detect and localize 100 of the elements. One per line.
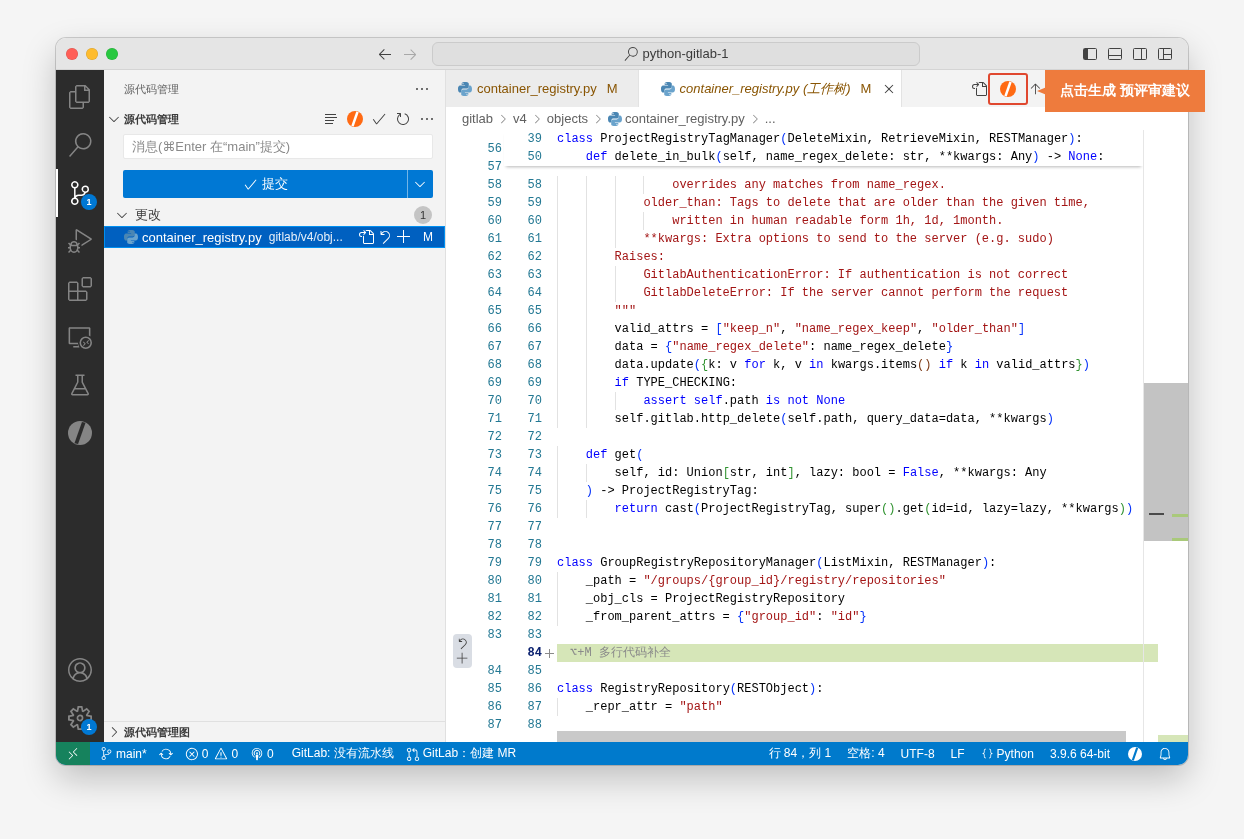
file-arrow-icon[interactable] <box>358 229 374 245</box>
bell-icon[interactable] <box>1158 746 1172 761</box>
problems-button[interactable]: 0 0 <box>178 742 245 765</box>
line-number: 56 <box>487 142 502 156</box>
line-number: 62 <box>487 250 502 264</box>
breadcrumb-item[interactable]: objects <box>546 111 588 126</box>
commit-button[interactable]: 提交 <box>123 170 407 198</box>
line-number: 61 <box>527 232 542 246</box>
count-badge: 1 <box>414 206 432 224</box>
logo-button[interactable] <box>988 72 1028 105</box>
language-button[interactable]: Python <box>972 742 1042 765</box>
changed-file-row[interactable]: container_registry.py gitlab/v4/obj... M <box>104 226 445 248</box>
line-number: 76 <box>527 502 542 516</box>
line-number: 79 <box>527 556 542 570</box>
breadcrumb-item[interactable]: ... <box>764 111 776 126</box>
code-line: older_than: Tags to delete that are older than the given time, <box>643 195 1090 212</box>
layout-icon[interactable] <box>1157 45 1173 62</box>
pull-request-icon <box>405 746 420 761</box>
line-number: 77 <box>527 520 542 534</box>
refresh-icon[interactable] <box>395 111 411 127</box>
breadcrumb-item[interactable]: v4 <box>513 111 527 126</box>
line-number: 87 <box>487 718 502 732</box>
section-title[interactable]: 源代码管理 <box>124 111 179 127</box>
window-close-button[interactable] <box>66 47 78 60</box>
line-number: 75 <box>527 484 542 498</box>
line-number: 88 <box>527 718 542 732</box>
slash-circle-icon <box>1000 80 1016 97</box>
python-file-icon <box>660 81 675 96</box>
files-icon[interactable] <box>68 85 92 109</box>
code-line: class RegistryRepository(RESTObject): <box>557 681 824 698</box>
line-number: 59 <box>487 196 502 210</box>
commit-message-field[interactable]: 消息(⌘Enter 在“main”提交) <box>123 134 433 159</box>
plus-icon[interactable] <box>396 229 412 245</box>
line-number: 71 <box>527 412 542 426</box>
code-line: self.gitlab.http_delete(self.path, query_data=data, **kwargs) <box>614 411 1054 428</box>
breadcrumb-item[interactable]: gitlab <box>462 111 494 126</box>
line-number: 58 <box>487 178 502 192</box>
line-number: 68 <box>527 358 542 372</box>
line-number: 63 <box>527 268 542 282</box>
status-item[interactable]: 行 84，列 1 <box>760 742 840 765</box>
file-path: gitlab/v4/obj... <box>268 230 343 244</box>
line-number: 64 <box>487 286 502 300</box>
line-number: 84 <box>527 646 542 660</box>
line-number: 73 <box>527 448 542 462</box>
code-line: _obj_cls = ProjectRegistryRepository <box>585 591 846 608</box>
line-number: 39 <box>527 132 542 146</box>
panel-bottom-icon[interactable] <box>1107 45 1123 62</box>
arrow-up-icon[interactable] <box>1028 81 1042 96</box>
ports-button[interactable]: 0 <box>244 742 280 765</box>
merge-request-button[interactable]: GitLab：创建 MR <box>399 742 523 765</box>
line-number: 73 <box>487 448 502 462</box>
status-item[interactable]: 3.9.6 64-bit <box>1041 742 1118 765</box>
braces-icon <box>980 747 994 760</box>
line-number: 74 <box>487 466 502 480</box>
cursor-marker <box>1149 513 1164 515</box>
branch-icon[interactable] <box>68 181 92 205</box>
code-line: self, id: Union[str, int], lazy: bool = False, **kwargs: Any <box>614 465 1047 482</box>
line-number: 82 <box>527 610 542 624</box>
editor-tab[interactable]: container_registry.py M <box>446 70 639 107</box>
section-title[interactable]: 源代码管理图 <box>124 724 190 740</box>
line-number: 65 <box>487 304 502 318</box>
line-number: 77 <box>487 520 502 534</box>
check-icon[interactable] <box>371 111 387 127</box>
search-icon[interactable] <box>68 133 92 157</box>
curved-arrow-icon[interactable] <box>456 637 469 650</box>
panel-left-icon[interactable] <box>1082 45 1098 62</box>
line-number: 57 <box>487 160 502 174</box>
status-item[interactable]: UTF-8 <box>892 742 943 765</box>
monitor-icon[interactable] <box>68 325 92 349</box>
callout-tooltip: 点击生成 预评审建议 <box>1037 70 1205 112</box>
branch-button[interactable]: main* <box>94 742 153 765</box>
editor-tab[interactable]: container_registry.py (工作树) M <box>638 70 903 107</box>
line-number: 80 <box>527 574 542 588</box>
code-line: _path = "/groups/{group_id}/registry/repositories" <box>585 573 946 590</box>
status-item[interactable]: LF <box>942 742 973 765</box>
account-icon[interactable] <box>68 658 92 682</box>
panel-right-icon[interactable] <box>1132 45 1148 62</box>
code-line: written in human readable form 1h, 1d, 1month. <box>672 213 1004 230</box>
list-icon[interactable] <box>323 111 339 127</box>
status-item[interactable]: 空格: 4 <box>839 742 893 765</box>
changes-title[interactable]: 更改 <box>135 206 161 224</box>
slash-circle-icon[interactable] <box>1128 746 1142 761</box>
slash-circle-icon[interactable] <box>68 421 92 445</box>
python-file-icon <box>124 230 138 244</box>
file-arrow-icon[interactable] <box>971 80 987 97</box>
python-file-icon <box>608 111 622 126</box>
code-line: _from_parent_attrs = {"group_id": "id"} <box>585 609 867 626</box>
command-center-search[interactable]: python-gitlab-1 <box>432 41 920 66</box>
sync-icon[interactable] <box>158 746 173 761</box>
blocks-icon[interactable] <box>68 277 92 301</box>
breadcrumb-item[interactable]: container_registry.py <box>625 111 745 126</box>
code-line: data = {"name_regex_delete": name_regex_delete} <box>614 339 954 356</box>
plus-icon <box>545 648 554 658</box>
pipeline-status-button[interactable]: GitLab: 没有流水线 <box>285 742 400 765</box>
remote-button[interactable] <box>56 742 90 765</box>
scrollbar-thumb[interactable] <box>1144 383 1188 541</box>
slash-circle-icon[interactable] <box>347 111 363 127</box>
line-number: 82 <box>487 610 502 624</box>
flask-icon[interactable] <box>68 373 92 397</box>
bug-play-icon[interactable] <box>68 229 92 253</box>
